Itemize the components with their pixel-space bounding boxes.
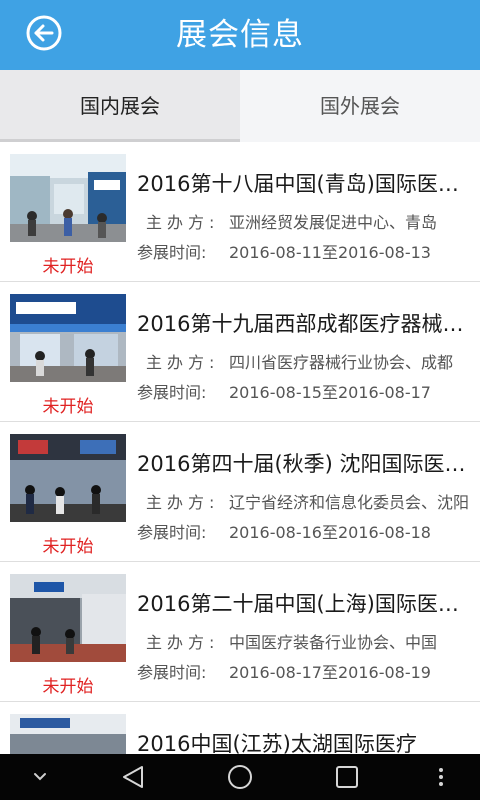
time-label: 参展时间: bbox=[137, 663, 207, 682]
status-badge: 未开始 bbox=[42, 397, 94, 417]
app-header: 展会信息 bbox=[0, 0, 480, 70]
organizer-value: 四川省医疗器械行业协会、成都 bbox=[229, 353, 454, 372]
organizer-label: 主办方: bbox=[146, 633, 220, 652]
time-value: 2016-08-17至2016-08-19 bbox=[229, 663, 431, 682]
time-label: 参展时间: bbox=[137, 523, 207, 542]
exhibition-item[interactable]: 未开始 2016第十九届西部成都医疗器械展览会 主办方: 四川省医疗器械行业协会… bbox=[0, 282, 480, 422]
exhibition-item[interactable]: 未开始 2016第二十届中国(上海)国际医疗器械展览会 主办方: 中国医疗装备行… bbox=[0, 562, 480, 702]
exhibition-name: 2016第二十届中国(上海)国际医疗器械展览会 bbox=[137, 592, 472, 616]
organizer-label: 主办方: bbox=[146, 353, 220, 372]
exhibition-name: 2016中国(江苏)太湖国际医疗 bbox=[137, 732, 417, 754]
exhibition-name: 2016第十九届西部成都医疗器械展览会 bbox=[137, 312, 472, 336]
exhibition-item[interactable]: 未开始 2016第四十届(秋季) 沈阳国际医疗器械展览会 主办方: 辽宁省经济和… bbox=[0, 422, 480, 562]
triangle-back-icon bbox=[123, 766, 143, 788]
time-label: 参展时间: bbox=[137, 383, 207, 402]
exhibition-thumbnail bbox=[10, 434, 126, 522]
tab-domestic[interactable]: 国内展会 bbox=[0, 70, 240, 142]
chevron-down-icon bbox=[34, 773, 46, 781]
exhibition-name: 2016第四十届(秋季) 沈阳国际医疗器械展览会 bbox=[137, 452, 472, 476]
status-badge: 未开始 bbox=[42, 677, 94, 697]
page-title: 展会信息 bbox=[176, 17, 304, 53]
exhibition-item[interactable]: 未开始 2016第十八届中国(青岛)国际医疗器械展览会 主办方: 亚洲经贸发展促… bbox=[0, 142, 480, 282]
square-recents-icon bbox=[336, 766, 358, 788]
time-value: 2016-08-11至2016-08-13 bbox=[229, 243, 431, 262]
tab-overseas[interactable]: 国外展会 bbox=[240, 70, 480, 142]
nav-back-button[interactable] bbox=[110, 754, 156, 800]
exhibition-thumbnail bbox=[10, 154, 126, 242]
nav-home-button[interactable] bbox=[217, 754, 263, 800]
circle-home-icon bbox=[228, 765, 252, 789]
exhibition-list: 未开始 2016第十八届中国(青岛)国际医疗器械展览会 主办方: 亚洲经贸发展促… bbox=[0, 142, 480, 754]
time-value: 2016-08-15至2016-08-17 bbox=[229, 383, 431, 402]
hide-keyboard-button[interactable] bbox=[20, 754, 60, 800]
organizer-value: 辽宁省经济和信息化委员会、沈阳 bbox=[229, 493, 470, 512]
organizer-value: 亚洲经贸发展促进中心、青岛 bbox=[229, 213, 438, 232]
vertical-dots-icon bbox=[439, 768, 443, 786]
time-label: 参展时间: bbox=[137, 243, 207, 262]
exhibition-thumbnail bbox=[10, 574, 126, 662]
exhibition-item[interactable]: 2016中国(江苏)太湖国际医疗 bbox=[0, 702, 480, 754]
exhibition-thumbnail bbox=[10, 294, 126, 382]
time-value: 2016-08-16至2016-08-18 bbox=[229, 523, 431, 542]
status-badge: 未开始 bbox=[42, 537, 94, 557]
exhibition-name: 2016第十八届中国(青岛)国际医疗器械展览会 bbox=[137, 172, 472, 196]
exhibition-thumbnail bbox=[10, 714, 126, 754]
nav-recents-button[interactable] bbox=[324, 754, 370, 800]
status-badge: 未开始 bbox=[42, 257, 94, 277]
organizer-label: 主办方: bbox=[146, 493, 220, 512]
organizer-label: 主办方: bbox=[146, 213, 220, 232]
nav-menu-button[interactable] bbox=[424, 754, 458, 800]
tab-bar: 国内展会 国外展会 bbox=[0, 70, 480, 142]
organizer-value: 中国医疗装备行业协会、中国 bbox=[229, 633, 438, 652]
system-navigation-bar bbox=[0, 754, 480, 800]
